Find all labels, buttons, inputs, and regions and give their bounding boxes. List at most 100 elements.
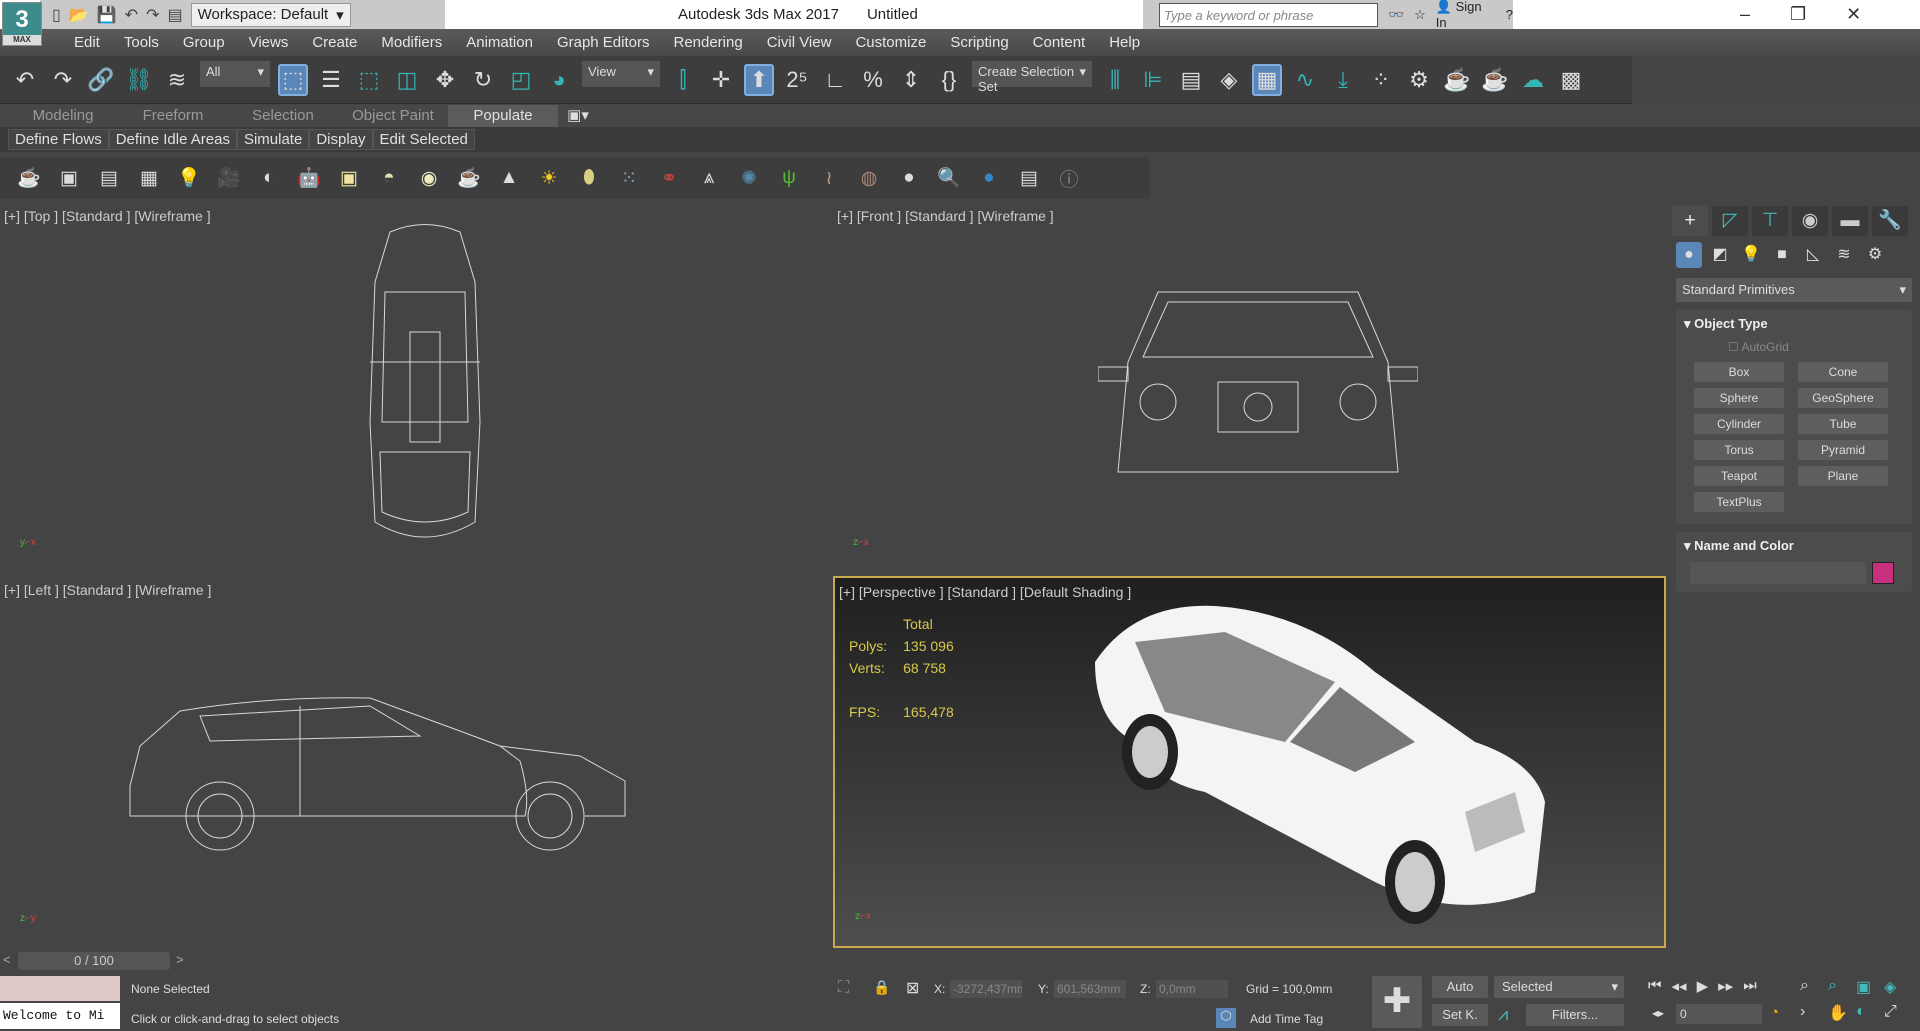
light-lister-icon[interactable]: 💡 bbox=[174, 166, 204, 190]
ribbon-button-define-idle-areas[interactable]: Define Idle Areas bbox=[108, 129, 237, 150]
display-tab-icon[interactable]: ▬ bbox=[1832, 206, 1868, 236]
project-icon[interactable]: ▤ bbox=[167, 5, 182, 25]
zoom-all-icon[interactable]: ⌕ bbox=[1828, 977, 1856, 997]
rendered-frame-window-icon[interactable]: ☕ bbox=[1480, 64, 1510, 96]
undo-icon[interactable]: ↶ bbox=[10, 64, 40, 96]
cone-icon[interactable]: ▲ bbox=[494, 167, 524, 189]
go-to-end-icon[interactable]: ⏭ bbox=[1743, 977, 1757, 995]
close-icon[interactable]: ✕ bbox=[1846, 4, 1861, 25]
x-coord-field[interactable]: -3272,437mm bbox=[950, 980, 1022, 998]
set-key-plus-button[interactable]: ✚ bbox=[1372, 976, 1422, 1028]
percent-snap-icon[interactable]: % bbox=[858, 64, 888, 96]
ribbon-button-display[interactable]: Display bbox=[309, 129, 373, 150]
viewport-label[interactable]: [+] [Top ] [Standard ] [Wireframe ] bbox=[4, 208, 211, 224]
orbit-icon[interactable]: ◐ bbox=[1856, 1003, 1884, 1023]
app-menu-button[interactable]: 3 MAX bbox=[2, 2, 42, 46]
primitive-button-teapot[interactable]: Teapot bbox=[1694, 466, 1784, 486]
new-file-icon[interactable]: ▯ bbox=[52, 5, 61, 25]
object-color-swatch[interactable] bbox=[1872, 562, 1894, 584]
menu-tools[interactable]: Tools bbox=[112, 34, 171, 51]
menu-create[interactable]: Create bbox=[300, 34, 369, 51]
rotate-icon[interactable]: ↻ bbox=[468, 64, 498, 96]
help-icon[interactable]: ⓘ bbox=[1054, 165, 1084, 192]
viewport-label[interactable]: [+] [Left ] [Standard ] [Wireframe ] bbox=[4, 582, 211, 598]
viewport-top[interactable]: [+] [Top ] [Standard ] [Wireframe ] y⌐x bbox=[0, 202, 829, 572]
restore-icon[interactable]: ❐ bbox=[1790, 4, 1806, 25]
teapot-icon[interactable]: ☕ bbox=[14, 166, 44, 190]
time-tag-icon[interactable]: ⬡ bbox=[1216, 1008, 1236, 1028]
material-editor-icon[interactable]: ⚙ bbox=[1404, 64, 1434, 96]
sign-in-button[interactable]: 👤 Sign In bbox=[1436, 0, 1496, 30]
save-icon[interactable]: 💾 bbox=[97, 5, 117, 25]
ribbon-tab-populate[interactable]: Populate bbox=[448, 105, 558, 127]
ribbon-tab-modeling[interactable]: Modeling bbox=[8, 105, 118, 127]
dope-sheet-icon[interactable]: ⤓ bbox=[1328, 64, 1358, 96]
help-icon[interactable]: ? bbox=[1506, 7, 1513, 22]
ellipse-icon[interactable]: ⬮ bbox=[574, 167, 604, 189]
cameras-icon[interactable]: ■ bbox=[1769, 242, 1795, 268]
primitive-button-geosphere[interactable]: GeoSphere bbox=[1798, 388, 1888, 408]
menu-modifiers[interactable]: Modifiers bbox=[369, 34, 454, 51]
window-crossing-icon[interactable]: ◫ bbox=[392, 64, 422, 96]
object-name-input[interactable] bbox=[1690, 562, 1866, 584]
render-cloud-icon[interactable]: ▩ bbox=[1556, 64, 1586, 96]
named-selection-set-dropdown[interactable]: Create Selection Set ▾ bbox=[972, 61, 1092, 94]
primitive-button-sphere[interactable]: Sphere bbox=[1694, 388, 1784, 408]
select-by-name-icon[interactable]: ☰ bbox=[316, 64, 346, 96]
next-frame-button[interactable]: > bbox=[176, 952, 184, 967]
menu-scripting[interactable]: Scripting bbox=[938, 34, 1020, 51]
menu-animation[interactable]: Animation bbox=[454, 34, 545, 51]
current-frame-spinner[interactable]: 0 bbox=[1676, 1004, 1762, 1024]
time-config-icon[interactable]: ◔ bbox=[1770, 1004, 1779, 1021]
time-slider[interactable]: 0 / 100 bbox=[18, 952, 170, 970]
workspace-dropdown[interactable]: Workspace: Default ▾ bbox=[190, 2, 351, 27]
ribbon-button-edit-selected[interactable]: Edit Selected bbox=[372, 129, 475, 150]
geometry-icon[interactable]: ● bbox=[1676, 242, 1702, 268]
search-input[interactable]: Type a keyword or phrase bbox=[1159, 2, 1378, 27]
key-filter-dropdown[interactable]: Selected ▾ bbox=[1494, 976, 1624, 998]
camera-icon[interactable]: 🎥 bbox=[214, 166, 244, 190]
binoculars-icon[interactable]: 👓 bbox=[1388, 7, 1404, 23]
particles-icon[interactable]: ⁙ bbox=[614, 167, 644, 190]
menu-edit[interactable]: Edit bbox=[62, 34, 112, 51]
rollout-header[interactable]: ▾ Name and Color bbox=[1676, 538, 1912, 554]
space-warps-icon[interactable]: ≋ bbox=[1831, 242, 1857, 268]
primitive-button-box[interactable]: Box bbox=[1694, 362, 1784, 382]
link-icon[interactable]: 🔗 bbox=[86, 64, 116, 96]
helpers-icon[interactable]: ◺ bbox=[1800, 242, 1826, 268]
gear-sphere-icon[interactable]: ✺ bbox=[734, 167, 764, 190]
maximize-viewport-icon[interactable]: ⤢ bbox=[1884, 1003, 1912, 1023]
schematic-view-icon[interactable]: ⁘ bbox=[1366, 64, 1396, 96]
grass-icon[interactable]: ψ bbox=[774, 167, 804, 189]
unlink-icon[interactable]: ⛓ bbox=[124, 64, 154, 96]
reference-coord-dropdown[interactable]: View ▾ bbox=[582, 61, 660, 87]
angle-snap-icon[interactable]: ∟ bbox=[820, 64, 850, 96]
utilities-tab-wrench-icon[interactable]: 🔧 bbox=[1872, 206, 1908, 236]
menu-views[interactable]: Views bbox=[237, 34, 301, 51]
rollout-header[interactable]: ▾ Object Type bbox=[1676, 316, 1912, 332]
prev-frame-button[interactable]: < bbox=[3, 952, 11, 967]
menu-help[interactable]: Help bbox=[1097, 34, 1152, 51]
primitive-button-cone[interactable]: Cone bbox=[1798, 362, 1888, 382]
key-mode-icon[interactable]: ◂▸ bbox=[1652, 1006, 1664, 1020]
ribbon-options-icon[interactable]: ▣▾ bbox=[558, 105, 598, 127]
absolute-mode-icon[interactable]: ⊠ bbox=[906, 978, 919, 998]
snaps-toggle-icon[interactable]: 2⁵ bbox=[782, 64, 812, 96]
isolate-selection-icon[interactable]: ⛶ bbox=[838, 979, 849, 997]
ribbon-button-define-flows[interactable]: Define Flows bbox=[8, 129, 109, 150]
plane-light-icon[interactable]: ▣ bbox=[334, 167, 364, 190]
ribbon-toggle-icon[interactable]: ▦ bbox=[1252, 63, 1282, 96]
bind-space-warp-icon[interactable]: ≋ bbox=[162, 64, 192, 96]
shapes-icon[interactable]: ◩ bbox=[1707, 242, 1733, 268]
menu-rendering[interactable]: Rendering bbox=[661, 34, 754, 51]
systems-icon[interactable]: ⚙ bbox=[1862, 242, 1888, 268]
hair-icon[interactable]: ≀ bbox=[814, 167, 844, 190]
y-coord-field[interactable]: 601,563mm bbox=[1054, 980, 1126, 998]
manipulate-icon[interactable]: ✛ bbox=[706, 64, 736, 96]
render-setup-icon[interactable]: ☕ bbox=[1442, 64, 1472, 96]
edit-named-selection-icon[interactable]: {} bbox=[934, 64, 964, 96]
star-icon[interactable]: ☆ bbox=[1414, 7, 1426, 23]
z-coord-field[interactable]: 0,0mm bbox=[1156, 980, 1228, 998]
primitive-button-pyramid[interactable]: Pyramid bbox=[1798, 440, 1888, 460]
primitive-button-textplus[interactable]: TextPlus bbox=[1694, 492, 1784, 512]
